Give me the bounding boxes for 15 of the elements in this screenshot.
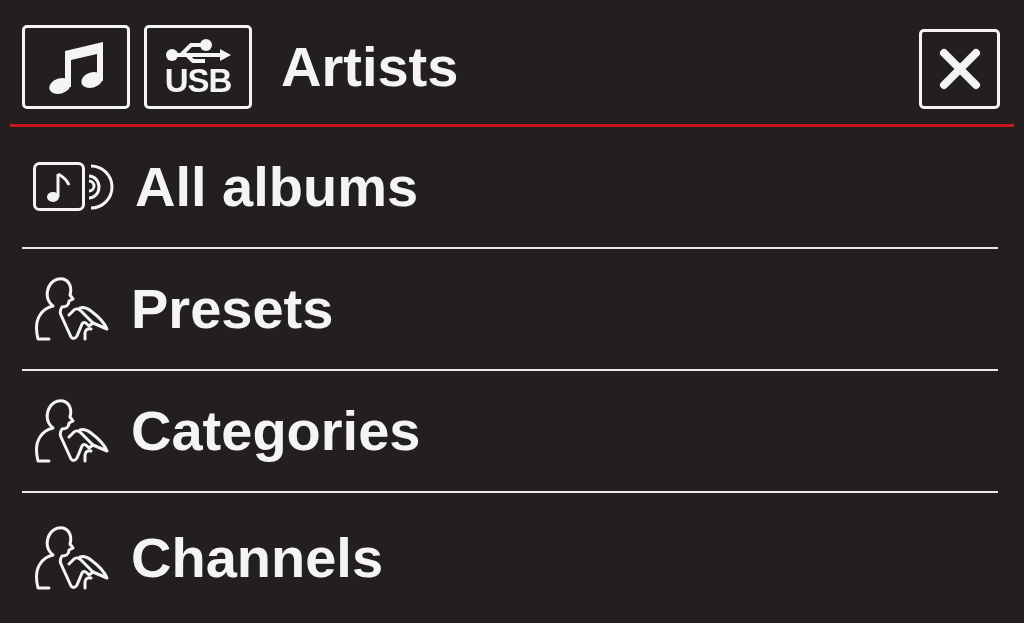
menu-item[interactable]: Categories [22, 371, 998, 493]
close-button[interactable] [919, 29, 1000, 109]
album-icon [33, 162, 115, 212]
close-icon [938, 48, 981, 90]
menu-item[interactable]: Channels [22, 493, 998, 623]
music-source-button[interactable] [22, 25, 130, 109]
screen-title: Artists [281, 35, 460, 99]
menu-item[interactable]: All albums [22, 127, 998, 249]
usb-symbol-icon [165, 38, 231, 64]
musician-icon [33, 526, 111, 590]
menu-item[interactable]: Presets [22, 249, 998, 371]
musician-icon [33, 277, 111, 341]
music-note-icon [47, 40, 105, 94]
musician-icon [33, 399, 111, 463]
usb-source-button[interactable]: USB [144, 25, 252, 109]
